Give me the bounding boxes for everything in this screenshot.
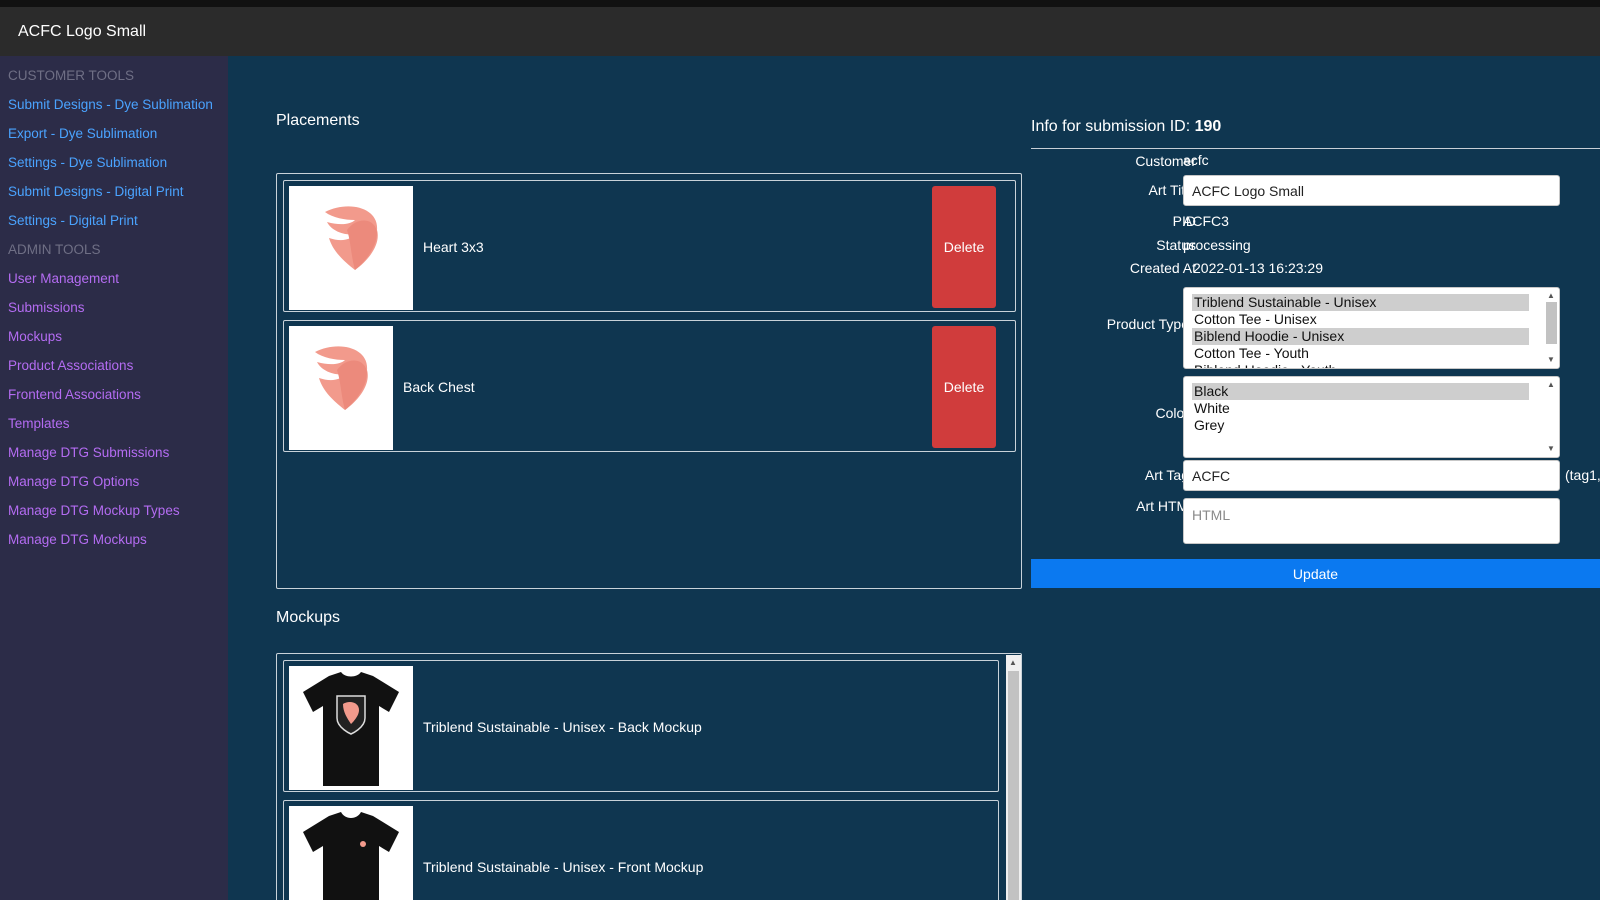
placements-panel: Heart 3x3 Delete Back Chest Delete — [276, 173, 1022, 589]
sidebar: CUSTOMER TOOLS Submit Designs - Dye Subl… — [0, 56, 228, 900]
bird-logo-icon — [325, 206, 378, 270]
submission-info-prefix: Info for submission ID: — [1031, 118, 1191, 135]
submission-id: 190 — [1194, 118, 1222, 135]
sidebar-link-manage-dtg-mockup-types[interactable]: Manage DTG Mockup Types — [0, 496, 228, 525]
select-option[interactable]: Biblend Hoodie - Youth — [1192, 362, 1529, 368]
select-option[interactable]: White — [1192, 400, 1529, 417]
select-option[interactable]: Cotton Tee - Unisex — [1192, 311, 1529, 328]
sidebar-link-product-associations[interactable]: Product Associations — [0, 351, 228, 380]
customer-value: acfc — [1183, 152, 1209, 168]
placement-label: Heart 3x3 — [423, 239, 484, 255]
sidebar-link-manage-dtg-mockups[interactable]: Manage DTG Mockups — [0, 525, 228, 554]
scroll-down-arrow-icon[interactable]: ▼ — [1547, 356, 1555, 364]
app-title[interactable]: ACFC Logo Small — [18, 23, 146, 41]
mockup-card: Triblend Sustainable - Unisex - Front Mo… — [283, 800, 999, 900]
sidebar-link-user-management[interactable]: User Management — [0, 264, 228, 293]
status-value: processing — [1183, 237, 1251, 253]
sidebar-link-mockups[interactable]: Mockups — [0, 322, 228, 351]
update-button[interactable]: Update — [1031, 559, 1600, 588]
mockup-card: Triblend Sustainable - Unisex - Back Moc… — [283, 660, 999, 792]
mockup-thumbnail — [289, 806, 413, 900]
sidebar-link-submissions[interactable]: Submissions — [0, 293, 228, 322]
colors-scrollbar[interactable]: ▲ ▼ — [1544, 378, 1559, 457]
placement-card: Heart 3x3 Delete — [283, 180, 1016, 312]
tshirt-front-icon — [303, 812, 399, 900]
delete-placement-button[interactable]: Delete — [932, 326, 996, 448]
placement-label: Back Chest — [403, 379, 475, 395]
window-top-edge — [0, 0, 1600, 7]
tshirt-back-icon — [303, 672, 399, 786]
status-label: Status — [1156, 237, 1196, 253]
scroll-up-arrow-icon[interactable]: ▲ — [1547, 292, 1555, 300]
pid-value: ACFC3 — [1183, 213, 1229, 229]
placements-heading: Placements — [276, 112, 360, 129]
mockups-heading: Mockups — [276, 609, 341, 626]
sidebar-link-settings-digital-print[interactable]: Settings - Digital Print — [0, 206, 228, 235]
sidebar-link-submit-designs-digital-print[interactable]: Submit Designs - Digital Print — [0, 177, 228, 206]
placement-thumbnail — [289, 186, 413, 310]
scroll-up-arrow-icon[interactable]: ▲ — [1547, 381, 1555, 389]
mockup-thumbnail — [289, 666, 413, 790]
sidebar-link-frontend-associations[interactable]: Frontend Associations — [0, 380, 228, 409]
sidebar-heading-admin-tools: ADMIN TOOLS — [8, 242, 101, 257]
sidebar-link-manage-dtg-options[interactable]: Manage DTG Options — [0, 467, 228, 496]
submission-info-title: Info for submission ID: 190 — [1031, 118, 1221, 136]
colors-label: Colors — [1155, 405, 1196, 421]
placement-thumbnail — [289, 326, 393, 450]
app-header: ACFC Logo Small — [0, 7, 1600, 56]
art-title-input[interactable]: ACFC Logo Small — [1183, 175, 1560, 206]
scrollbar-thumb[interactable] — [1008, 671, 1019, 900]
delete-placement-button[interactable]: Delete — [932, 186, 996, 308]
main-content: Placements Heart 3x3 Delete Back Chest D… — [228, 56, 1600, 900]
created-at-value: 2022-01-13 16:23:29 — [1193, 260, 1323, 276]
colors-select[interactable]: Grey White Black ▲ ▼ — [1183, 376, 1560, 458]
product-types-label: Product Types — [1106, 316, 1196, 332]
product-types-select[interactable]: Biblend Hoodie - YouthCotton Tee - Youth… — [1183, 287, 1560, 369]
bird-logo-icon — [315, 346, 368, 410]
mockup-label: Triblend Sustainable - Unisex - Front Mo… — [423, 859, 704, 875]
product-types-scrollbar[interactable]: ▲ ▼ — [1544, 289, 1559, 368]
scroll-down-arrow-icon[interactable]: ▼ — [1547, 445, 1555, 453]
sidebar-link-submit-designs-dye-sublimation[interactable]: Submit Designs - Dye Sublimation — [0, 90, 228, 119]
created-at-label: Created At — [1129, 260, 1196, 276]
sidebar-link-manage-dtg-submissions[interactable]: Manage DTG Submissions — [0, 438, 228, 467]
info-divider — [1031, 148, 1600, 149]
art-tags-hint: (tag1, — [1565, 467, 1600, 483]
art-title-label: Art Title — [1148, 182, 1196, 198]
mockups-panel: Triblend Sustainable - Unisex - Back Moc… — [276, 653, 1022, 900]
select-option[interactable]: Black — [1192, 383, 1529, 400]
art-tags-label: Art Tags — [1144, 467, 1196, 483]
sidebar-link-settings-dye-sublimation[interactable]: Settings - Dye Sublimation — [0, 148, 228, 177]
scrollbar-thumb[interactable] — [1546, 302, 1557, 344]
art-html-label: Art HTML — [1136, 498, 1196, 514]
customer-label: Customer — [1135, 153, 1196, 169]
scroll-up-arrow-icon[interactable]: ▲ — [1009, 659, 1017, 667]
select-option[interactable]: Triblend Sustainable - Unisex — [1192, 294, 1529, 311]
mockup-label: Triblend Sustainable - Unisex - Back Moc… — [423, 719, 702, 735]
placement-card: Back Chest Delete — [283, 320, 1016, 452]
select-option[interactable]: Grey — [1192, 417, 1529, 434]
art-html-textarea[interactable]: HTML — [1183, 498, 1560, 544]
select-option[interactable]: Cotton Tee - Youth — [1192, 345, 1529, 362]
sidebar-link-export-dye-sublimation[interactable]: Export - Dye Sublimation — [0, 119, 228, 148]
select-option[interactable]: Biblend Hoodie - Unisex — [1192, 328, 1529, 345]
sidebar-heading-customer-tools: CUSTOMER TOOLS — [8, 68, 135, 83]
art-tags-input[interactable]: ACFC — [1183, 460, 1560, 491]
mockups-scrollbar[interactable]: ▲ — [1006, 655, 1021, 900]
sidebar-link-templates[interactable]: Templates — [0, 409, 228, 438]
pid-label: PID — [1172, 213, 1196, 229]
